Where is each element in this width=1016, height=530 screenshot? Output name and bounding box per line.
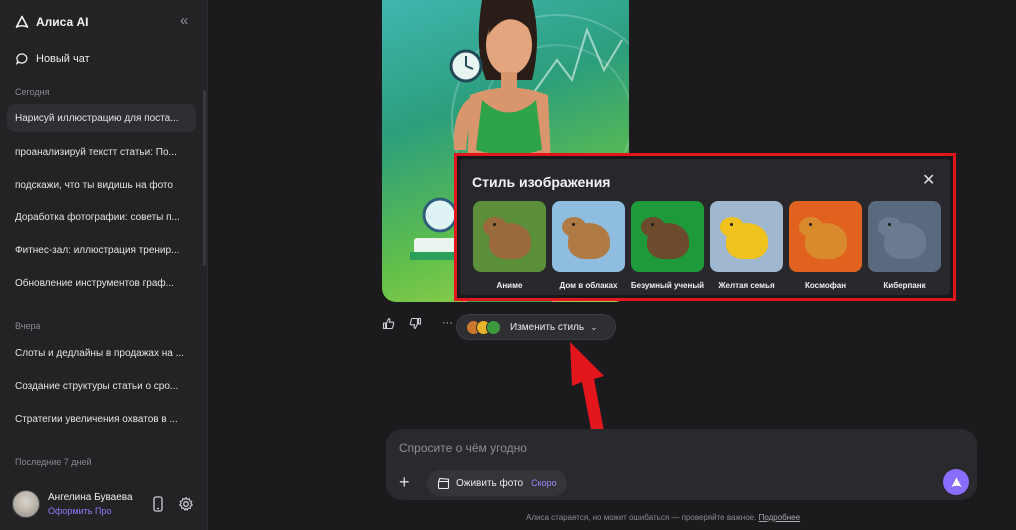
new-chat-button[interactable]: Новый чат — [15, 50, 90, 68]
style-label: Дом в облаках — [559, 281, 618, 290]
more-options-icon[interactable]: ··· — [442, 316, 453, 330]
disclaimer: Алиса старается, но может ошибаться — пр… — [526, 513, 800, 522]
sidebar: Алиса AI « Новый чат Сегодня Нарисуй илл… — [0, 0, 208, 530]
style-label: Киберпанк — [883, 281, 926, 290]
revive-photo-label: Оживить фото — [456, 477, 524, 489]
brand[interactable]: Алиса AI — [15, 12, 89, 32]
chat-area: ··· Изменить стиль ⌄ Стиль изображения ✕… — [208, 0, 1016, 530]
close-icon[interactable]: ✕ — [922, 173, 935, 189]
chat-item[interactable]: проанализируй текстт статьи: По... — [7, 138, 196, 166]
style-option[interactable]: Дом в облаках — [552, 201, 625, 290]
capybara-image — [799, 217, 847, 259]
gear-icon[interactable] — [178, 496, 194, 512]
style-thumbnail — [868, 201, 941, 272]
brand-title: Алиса AI — [36, 15, 89, 29]
section-title-last-7-days: Последние 7 дней — [15, 457, 92, 467]
chevron-down-icon: ⌄ — [590, 321, 598, 332]
style-thumbnail — [710, 201, 783, 272]
thumbs-up-icon[interactable] — [382, 317, 395, 330]
message-actions: ··· — [382, 316, 453, 330]
capybara-eye — [572, 223, 575, 226]
style-thumbnail — [552, 201, 625, 272]
capybara-eye — [888, 223, 891, 226]
style-label: Космофан — [804, 281, 847, 290]
capybara-image — [720, 217, 768, 259]
style-thumbnail — [631, 201, 704, 272]
message-input[interactable]: Спросите о чём угодно — [399, 441, 527, 455]
capybara-image — [483, 217, 531, 259]
capybara-eye — [809, 223, 812, 226]
alice-send-icon — [951, 477, 961, 487]
popup-title: Стиль изображения — [472, 174, 611, 190]
style-option[interactable]: Желтая семья — [710, 201, 783, 290]
change-style-label: Изменить стиль — [510, 321, 585, 333]
style-thumbnail — [473, 201, 546, 272]
more-link[interactable]: Подробнее — [759, 513, 801, 522]
style-thumbnail — [789, 201, 862, 272]
new-chat-label: Новый чат — [36, 53, 90, 65]
capybara-image — [641, 217, 689, 259]
style-option[interactable]: Космофан — [789, 201, 862, 290]
soon-badge: Скоро — [531, 478, 557, 488]
chat-bubble-icon — [15, 53, 28, 66]
chat-item[interactable]: подскажи, что ты видишь на фото — [7, 171, 196, 199]
style-option[interactable]: Аниме — [473, 201, 546, 290]
capybara-image — [878, 217, 926, 259]
style-options: Аниме Дом в облаках Безумный ученый Желтая … — [473, 201, 941, 290]
section-title-today: Сегодня — [15, 87, 50, 97]
chat-item[interactable]: Нарисуй иллюстрацию для поста... — [7, 104, 196, 132]
style-label: Желтая семья — [718, 281, 775, 290]
capybara-eye — [730, 223, 733, 226]
capybara-image — [562, 217, 610, 259]
change-style-button[interactable]: Изменить стиль ⌄ — [456, 314, 616, 340]
alice-logo-icon — [15, 15, 29, 28]
revive-photo-button[interactable]: Оживить фото Скоро — [427, 470, 567, 496]
style-popup: Стиль изображения ✕ Аниме Дом в облаках Бе… — [460, 159, 950, 295]
style-label: Безумный ученый — [630, 281, 705, 290]
collapse-sidebar-icon[interactable]: « — [180, 13, 188, 29]
capybara-eye — [493, 223, 496, 226]
chat-item[interactable]: Создание структуры статьи о сро... — [7, 372, 196, 400]
style-popup-highlight: Стиль изображения ✕ Аниме Дом в облаках Бе… — [454, 153, 956, 301]
section-title-yesterday: Вчера — [15, 321, 41, 331]
style-label: Аниме — [496, 281, 523, 290]
style-preview-dot — [486, 319, 501, 335]
chat-item[interactable]: Фитнес-зал: иллюстрация тренир... — [7, 236, 196, 264]
send-button[interactable] — [943, 469, 969, 495]
chat-item[interactable]: Стратегии увеличения охватов в ... — [7, 405, 196, 433]
style-option[interactable]: Безумный ученый — [631, 201, 704, 290]
capybara-eye — [651, 223, 654, 226]
sidebar-scrollbar[interactable] — [203, 90, 206, 266]
upgrade-pro-link[interactable]: Оформить Про — [48, 506, 133, 516]
style-option[interactable]: Киберпанк — [868, 201, 941, 290]
composer: Спросите о чём угодно + Оживить фото Ско… — [386, 429, 977, 500]
thumbs-down-icon[interactable] — [409, 317, 422, 330]
style-previews — [466, 319, 501, 335]
chat-item[interactable]: Обновление инструментов граф... — [7, 269, 196, 297]
user-profile[interactable]: Ангелина Буваева Оформить Про — [12, 490, 133, 518]
user-name: Ангелина Буваева — [48, 492, 133, 503]
add-attachment-icon[interactable]: + — [399, 473, 410, 491]
phone-icon[interactable] — [152, 496, 164, 512]
chat-item[interactable]: Слоты и дедлайны в продажах на ... — [7, 339, 196, 367]
chat-item[interactable]: Доработка фотографии: советы п... — [7, 203, 196, 231]
clapperboard-icon — [437, 477, 450, 489]
disclaimer-text: Алиса старается, но может ошибаться — пр… — [526, 513, 757, 522]
app-window: Алиса AI « Новый чат Сегодня Нарисуй илл… — [0, 0, 1016, 530]
avatar — [12, 490, 40, 518]
